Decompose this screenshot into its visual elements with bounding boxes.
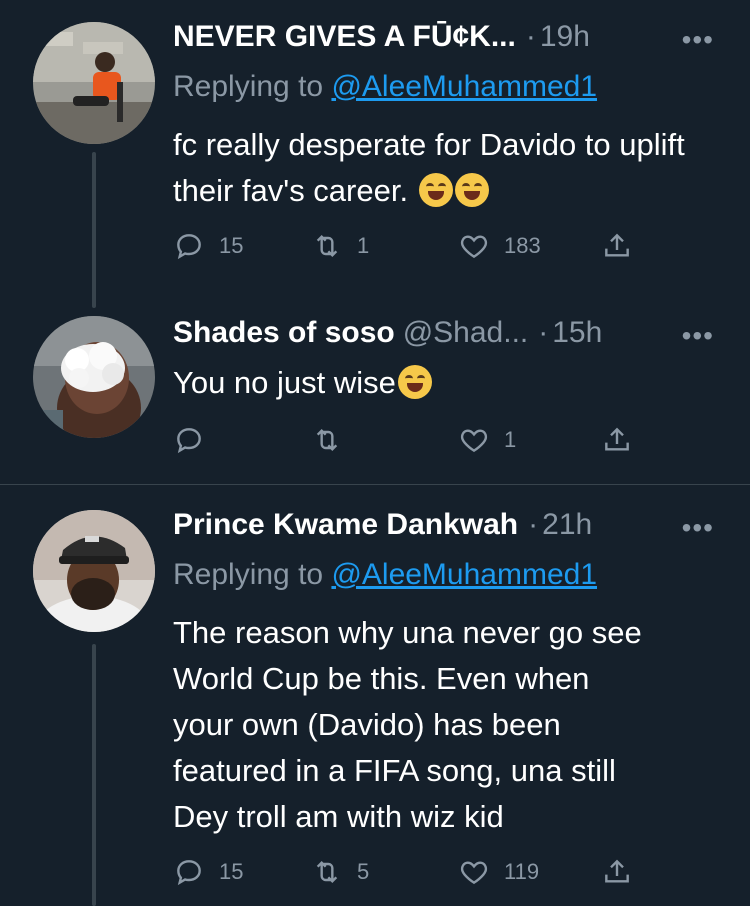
dot-separator: ·: [525, 20, 536, 53]
tweet-header: Shades of soso @Shad... · 15h: [173, 316, 602, 352]
retweet-count: 1: [357, 233, 370, 258]
thread-line: [92, 152, 96, 308]
avatar[interactable]: [33, 510, 155, 632]
action-bar: 1: [173, 424, 643, 460]
rolling-on-floor-laughing-icon: [454, 173, 489, 207]
tweet-text: fc really desperate for Davido to uplift…: [173, 122, 713, 214]
rolling-on-floor-laughing-icon: [418, 173, 453, 207]
replying-prefix: Replying to: [173, 558, 332, 591]
mention-link[interactable]: @AleeMuhammed1: [331, 558, 597, 591]
retweet-button[interactable]: 1: [311, 230, 369, 262]
share-button[interactable]: [601, 424, 633, 456]
avatar[interactable]: [33, 316, 155, 438]
reply-button[interactable]: [173, 424, 219, 456]
reply-button[interactable]: 15: [173, 856, 243, 888]
reply-count: 15: [219, 859, 244, 884]
share-button[interactable]: [601, 230, 633, 262]
tweet-header: Prince Kwame Dankwah · 21h: [173, 508, 592, 544]
display-name[interactable]: Prince Kwame Dankwah: [173, 508, 518, 542]
more-icon[interactable]: •••: [682, 320, 714, 352]
like-icon: [460, 429, 488, 453]
tweet-divider: [0, 484, 750, 485]
like-button[interactable]: 119: [458, 856, 539, 888]
tweet-text-line: Dey troll am with wiz kid: [173, 799, 504, 834]
like-button[interactable]: 1: [458, 424, 516, 456]
like-button[interactable]: 183: [458, 230, 541, 262]
share-icon: [605, 427, 629, 451]
tweet-text: The reason why una never go see World Cu…: [173, 610, 713, 840]
retweet-icon: [316, 428, 338, 452]
username[interactable]: @Shad...: [403, 316, 529, 350]
share-icon: [605, 859, 629, 883]
dot-separator: ·: [538, 316, 549, 349]
avatar[interactable]: [33, 22, 155, 144]
replying-to: Replying to @AleeMuhammed1: [173, 70, 597, 104]
more-icon[interactable]: •••: [682, 512, 714, 544]
tweet-text-line: your own (Davido) has been: [173, 707, 561, 742]
display-name[interactable]: Shades of soso: [173, 316, 395, 350]
replying-to: Replying to @AleeMuhammed1: [173, 558, 597, 592]
timestamp[interactable]: 15h: [552, 316, 602, 350]
share-button[interactable]: [601, 856, 633, 888]
retweet-button[interactable]: 5: [311, 856, 369, 888]
like-count: 119: [504, 859, 540, 884]
mention-link[interactable]: @AleeMuhammed1: [331, 70, 597, 103]
action-bar: 15 1 183: [173, 230, 643, 266]
thread-line: [92, 644, 96, 906]
share-icon: [605, 233, 629, 257]
face-with-tears-of-joy-icon: [397, 365, 432, 399]
action-bar: 15 5 119: [173, 856, 643, 892]
dot-separator: ·: [528, 508, 539, 541]
retweet-count: 5: [357, 859, 370, 884]
like-count: 183: [504, 233, 541, 258]
reply-icon: [177, 234, 201, 260]
tweet-text-content: You no just wise: [173, 365, 396, 400]
like-icon: [460, 861, 488, 885]
display-name[interactable]: NEVER GIVES A FŪ¢K...: [173, 20, 516, 54]
retweet-button[interactable]: [311, 424, 357, 456]
timestamp[interactable]: 19h: [540, 20, 590, 54]
more-icon[interactable]: •••: [682, 24, 714, 56]
tweet-text-line: The reason why una never go see: [173, 615, 642, 650]
timestamp[interactable]: 21h: [542, 508, 592, 542]
tweet-text: You no just wise: [173, 360, 713, 406]
replying-prefix: Replying to: [173, 70, 332, 103]
tweet-text-line: featured in a FIFA song, una still: [173, 753, 616, 788]
reply-button[interactable]: 15: [173, 230, 243, 262]
retweet-icon: [316, 860, 338, 884]
like-count: 1: [504, 427, 517, 452]
reply-count: 15: [219, 233, 244, 258]
reply-icon: [177, 428, 201, 454]
tweet-header: NEVER GIVES A FŪ¢K... · 19h: [173, 20, 590, 56]
tweet-text-line: World Cup be this. Even when: [173, 661, 590, 696]
retweet-icon: [316, 234, 338, 258]
reply-icon: [177, 860, 201, 886]
like-icon: [460, 235, 488, 259]
